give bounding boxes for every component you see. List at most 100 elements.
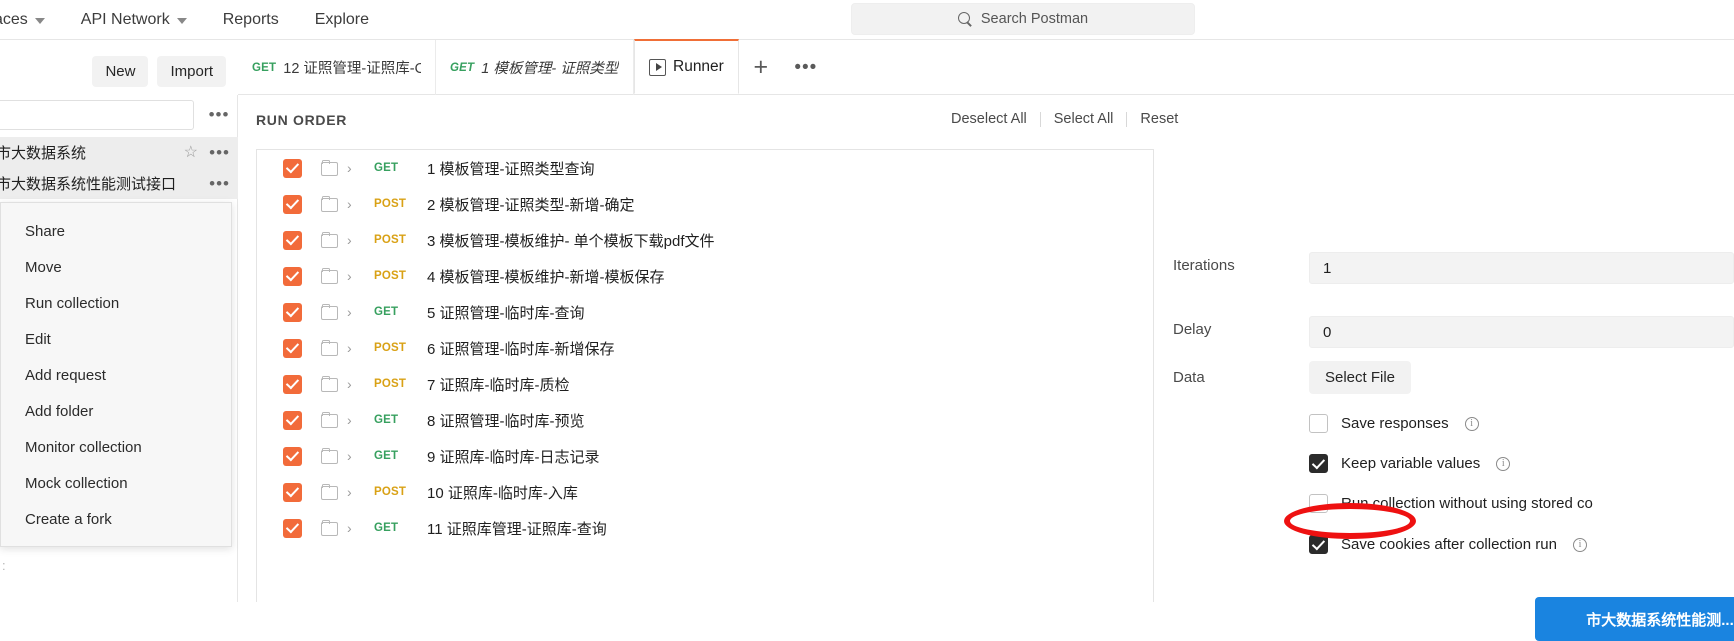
folder-icon [321, 339, 338, 356]
save-responses-label: Save responses [1341, 415, 1449, 432]
search-placeholder: Search Postman [980, 11, 1089, 27]
table-row[interactable]: › GET 5 证照管理-临时库-查询 [257, 294, 1153, 330]
request-checkbox[interactable] [283, 446, 302, 466]
keep-variable-values-label: Keep variable values [1341, 455, 1481, 472]
reset-button[interactable]: Reset [1127, 111, 1191, 127]
deselect-all-button[interactable]: Deselect All [938, 111, 1040, 127]
collection-context-menu: Share Move Run collection Edit Add reque… [0, 202, 232, 547]
table-row[interactable]: › POST 7 证照库-临时库-质检 [257, 366, 1153, 402]
request-checkbox[interactable] [283, 482, 302, 502]
run-order-list: › GET 1 模板管理-证照类型查询 › POST 2 模板管理-证照类型-新… [256, 149, 1154, 602]
save-cookies-checkbox[interactable] [1309, 535, 1328, 554]
save-responses-checkbox-row[interactable]: Save responses i [1309, 414, 1479, 433]
request-checkbox[interactable] [283, 410, 302, 430]
tab-runner[interactable]: Runner [634, 39, 739, 94]
request-method: POST [374, 198, 407, 210]
tab-request-1[interactable]: GET 1 模板管理- 证照类型查询 [436, 40, 634, 95]
chevron-right-icon: › [347, 304, 352, 320]
delay-row: Delay [1173, 321, 1211, 338]
info-icon[interactable]: i [1572, 537, 1587, 552]
table-row[interactable]: › POST 6 证照管理-临时库-新增保存 [257, 330, 1153, 366]
table-row[interactable]: › GET 1 模板管理-证照类型查询 [257, 150, 1153, 186]
search-input[interactable]: Search Postman [851, 3, 1195, 35]
chevron-right-icon: › [347, 412, 352, 428]
save-cookies-checkbox-row[interactable]: Save cookies after collection run i [1309, 535, 1587, 554]
sidebar-item-label: 市大数据系统性能测试接口 [0, 176, 177, 193]
table-row[interactable]: › POST 10 证照库-临时库-入库 [257, 474, 1153, 510]
request-name: 11 证照库管理-证照库-查询 [427, 520, 607, 538]
table-row[interactable]: › POST 4 模板管理-模板维护-新增-模板保存 [257, 258, 1153, 294]
request-method: POST [374, 486, 407, 498]
sidebar-more-icon[interactable]: ••• [205, 100, 233, 130]
request-name: 4 模板管理-模板维护-新增-模板保存 [427, 268, 665, 286]
run-order-scroll-area[interactable]: › GET 1 模板管理-证照类型查询 › POST 2 模板管理-证照类型-新… [257, 150, 1153, 602]
folder-icon [321, 519, 338, 536]
table-row[interactable]: › POST 3 模板管理-模板维护- 单个模板下载pdf文件 [257, 222, 1153, 258]
folder-icon [321, 231, 338, 248]
context-menu-item-run-collection[interactable]: Run collection [1, 285, 231, 321]
run-without-stored-cookies-checkbox-row[interactable]: Run collection without using stored co [1309, 494, 1593, 513]
delay-input[interactable]: 0 [1309, 316, 1734, 348]
folder-icon [321, 447, 338, 464]
context-menu-item-create-a-fork[interactable]: Create a fork [1, 501, 231, 537]
chevron-right-icon: › [347, 340, 352, 356]
chevron-right-icon: › [347, 448, 352, 464]
iterations-input[interactable]: 1 [1309, 252, 1734, 284]
nav-item-reports[interactable]: Reports [205, 0, 297, 40]
nav-label-explore: Explore [314, 10, 369, 28]
folder-icon [321, 483, 338, 500]
new-button[interactable]: New [92, 56, 149, 87]
request-checkbox[interactable] [283, 338, 302, 358]
sidebar-item-collection-1[interactable]: 市大数据系统 ☆ ••• [0, 137, 238, 168]
sidebar-item-collection-2[interactable]: 市大数据系统性能测试接口 ••• [0, 168, 238, 199]
request-method: POST [374, 342, 407, 354]
folder-icon [321, 303, 338, 320]
select-all-button[interactable]: Select All [1041, 111, 1127, 127]
keep-variable-values-checkbox[interactable] [1309, 454, 1328, 473]
context-menu-item-mock-collection[interactable]: Mock collection [1, 465, 231, 501]
new-tab-button[interactable]: + [739, 40, 783, 95]
context-menu-item-add-request[interactable]: Add request [1, 357, 231, 393]
tab-options-button[interactable]: ••• [783, 40, 829, 95]
request-checkbox[interactable] [283, 230, 302, 250]
star-icon[interactable]: ☆ [184, 144, 198, 161]
request-checkbox[interactable] [283, 302, 302, 322]
top-bar: aces API Network Reports Explore Search … [0, 0, 1734, 40]
request-checkbox[interactable] [283, 374, 302, 394]
nav-label-api-network: API Network [80, 10, 170, 28]
request-checkbox[interactable] [283, 194, 302, 214]
nav-item-workspaces[interactable]: aces [0, 0, 63, 40]
tab-request-12[interactable]: GET 12 证照管理-证照库-OFD预 [238, 40, 436, 95]
save-responses-checkbox[interactable] [1309, 414, 1328, 433]
nav-item-explore[interactable]: Explore [297, 0, 387, 40]
run-order-title: RUN ORDER [256, 112, 348, 128]
table-row[interactable]: › POST 2 模板管理-证照类型-新增-确定 [257, 186, 1153, 222]
import-button[interactable]: Import [157, 56, 226, 87]
table-row[interactable]: › GET 8 证照管理-临时库-预览 [257, 402, 1153, 438]
info-icon[interactable]: i [1464, 416, 1479, 431]
play-icon [649, 58, 666, 76]
keep-variable-values-checkbox-row[interactable]: Keep variable values i [1309, 454, 1511, 473]
nav-item-api-network[interactable]: API Network [63, 0, 205, 40]
sidebar-search-input[interactable] [0, 100, 194, 130]
context-menu-item-add-folder[interactable]: Add folder [1, 393, 231, 429]
request-checkbox[interactable] [283, 518, 302, 538]
sidebar-row-more-icon[interactable]: ••• [209, 175, 230, 192]
request-method: POST [374, 234, 407, 246]
runner-panel: RUN ORDER Deselect All Select All Reset … [238, 95, 1734, 641]
context-menu-item-move[interactable]: Move [1, 249, 231, 285]
sidebar-row-more-icon[interactable]: ••• [209, 144, 230, 161]
info-icon[interactable]: i [1496, 456, 1511, 471]
run-without-stored-cookies-checkbox[interactable] [1309, 494, 1328, 513]
context-menu-item-edit[interactable]: Edit [1, 321, 231, 357]
request-checkbox[interactable] [283, 158, 302, 178]
context-menu-item-monitor-collection[interactable]: Monitor collection [1, 429, 231, 465]
table-row[interactable]: › GET 11 证照库管理-证照库-查询 [257, 510, 1153, 546]
run-collection-button[interactable]: 市大数据系统性能测... [1535, 597, 1734, 641]
request-name: 8 证照管理-临时库-预览 [427, 412, 585, 430]
request-checkbox[interactable] [283, 266, 302, 286]
table-row[interactable]: › GET 9 证照库-临时库-日志记录 [257, 438, 1153, 474]
request-method: POST [374, 378, 407, 390]
select-file-button[interactable]: Select File [1309, 361, 1412, 394]
context-menu-item-share[interactable]: Share [1, 213, 231, 249]
